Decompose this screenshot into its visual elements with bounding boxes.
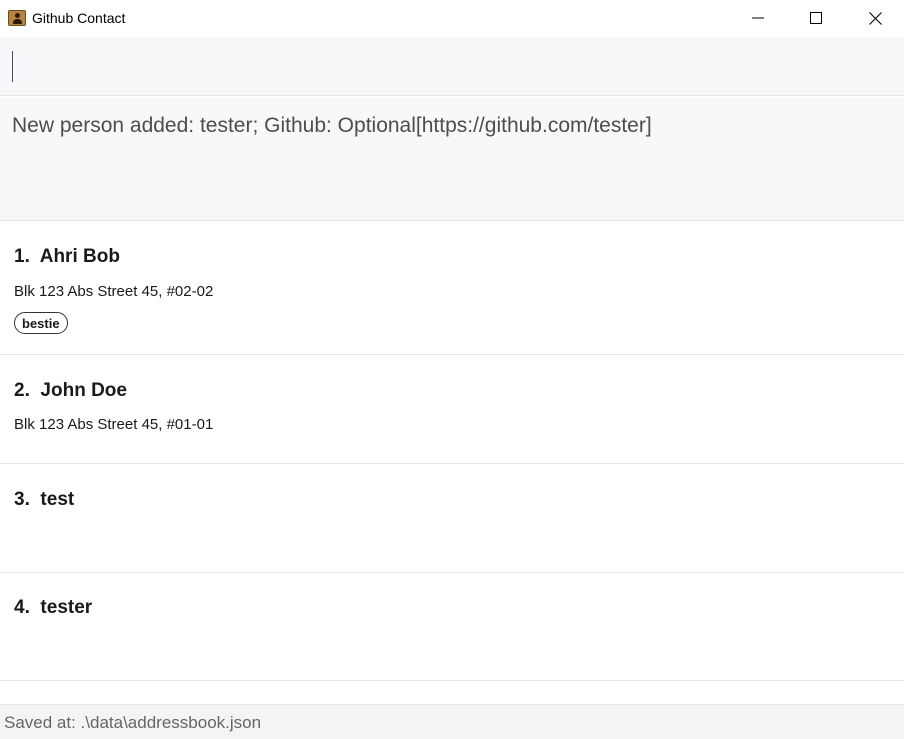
- text-caret: [12, 51, 13, 82]
- person-name-text: test: [40, 489, 75, 510]
- maximize-icon: [810, 12, 822, 24]
- minimize-icon: [752, 17, 764, 19]
- person-name-text: John Doe: [40, 380, 127, 401]
- person-name-text: tester: [40, 597, 93, 618]
- window-title: Github Contact: [32, 10, 126, 26]
- person-index: 1.: [14, 246, 30, 267]
- save-location-text: Saved at: .\data\addressbook.json: [4, 713, 262, 732]
- person-address: Blk 123 Abs Street 45, #01-01: [14, 416, 214, 433]
- person-name: 3. test: [14, 489, 74, 511]
- person-address: Blk 123 Abs Street 45, #02-02: [14, 283, 214, 300]
- command-box: [0, 37, 904, 96]
- person-card[interactable]: 4. tester: [0, 573, 904, 681]
- person-name-text: Ahri Bob: [39, 246, 120, 267]
- maximize-button[interactable]: [793, 0, 839, 36]
- person-name: 2. John Doe: [14, 380, 127, 402]
- result-display: New person added: tester; Github: Option…: [0, 97, 904, 221]
- person-card[interactable]: 1. Ahri Bob Blk 123 Abs Street 45, #02-0…: [0, 222, 904, 355]
- command-input[interactable]: [10, 47, 894, 85]
- person-list[interactable]: 1. Ahri Bob Blk 123 Abs Street 45, #02-0…: [0, 222, 904, 704]
- person-name: 1. Ahri Bob: [14, 246, 120, 268]
- person-index: 4.: [14, 597, 30, 618]
- person-index: 2.: [14, 380, 30, 401]
- close-button[interactable]: [852, 0, 898, 36]
- minimize-button[interactable]: [735, 0, 781, 36]
- tag-badge: bestie: [14, 312, 68, 334]
- app-window: Github Contact New person added: tester;…: [0, 0, 904, 739]
- result-message: New person added: tester; Github: Option…: [12, 114, 652, 137]
- person-card[interactable]: 2. John Doe Blk 123 Abs Street 45, #01-0…: [0, 355, 904, 464]
- person-card[interactable]: 3. test: [0, 464, 904, 573]
- status-bar: Saved at: .\data\addressbook.json: [0, 704, 904, 739]
- title-bar: Github Contact: [0, 0, 904, 37]
- contact-book-icon: [8, 10, 26, 26]
- close-icon: [868, 11, 882, 25]
- person-index: 3.: [14, 489, 30, 510]
- person-name: 4. tester: [14, 597, 92, 619]
